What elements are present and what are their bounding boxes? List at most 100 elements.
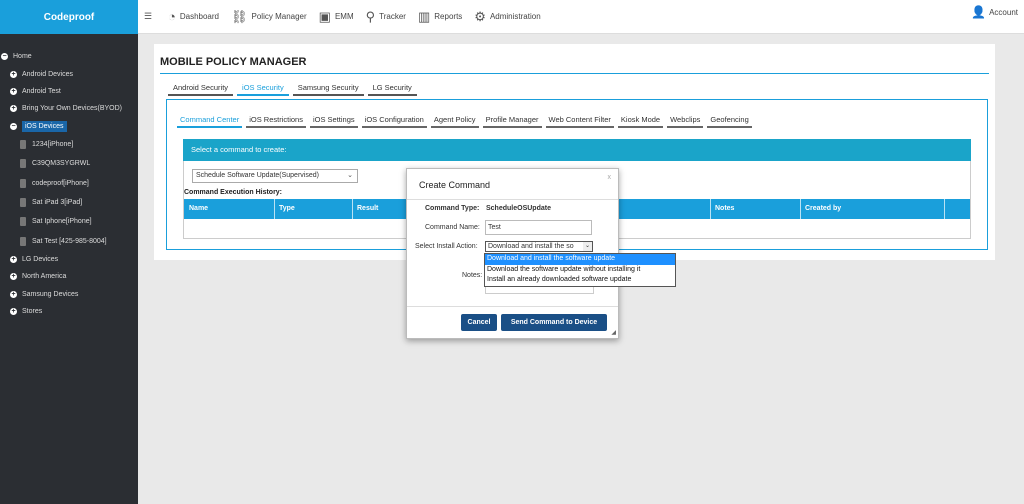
command-select[interactable]: Schedule Software Update(Supervised) ⌄ — [192, 169, 358, 183]
tree-device[interactable]: codeproof[iPhone] — [0, 174, 138, 193]
gear-icon: ⚙ — [474, 8, 486, 24]
column-header[interactable]: Result — [357, 205, 378, 212]
column-header[interactable]: Type — [279, 205, 295, 212]
device-tree: − Home + Android Devices + Android Test + Br… — [0, 34, 138, 320]
tree-item-ios-devices[interactable]: − iOS Devices — [0, 118, 138, 135]
command-name-label: Command Name: — [425, 224, 480, 231]
tab-kiosk-mode[interactable]: Kiosk Mode — [617, 114, 664, 128]
expand-icon[interactable]: + — [10, 290, 17, 298]
emm-icon: ▣ — [318, 8, 331, 24]
tree-item-lg-devices[interactable]: + LG Devices — [0, 251, 138, 268]
resize-handle-icon[interactable]: ◢ — [611, 329, 616, 336]
option-download-only[interactable]: Download the software update without ins… — [485, 265, 675, 276]
tree-item-stores[interactable]: + Stores — [0, 303, 138, 320]
tab-ios-configuration[interactable]: iOS Configuration — [361, 114, 427, 128]
command-name-input[interactable] — [485, 220, 592, 235]
tab-ios-security[interactable]: iOS Security — [237, 82, 289, 96]
phone-icon — [20, 140, 26, 150]
tree-item-byod[interactable]: + Bring Your Own Devices(BYOD) — [0, 100, 138, 117]
tree-device[interactable]: Sat iPad 3[iPad] — [0, 193, 138, 212]
install-action-label: Select Install Action: — [415, 243, 478, 250]
column-divider — [944, 199, 945, 219]
phone-icon — [20, 178, 26, 188]
tree-item-home[interactable]: − Home — [0, 48, 138, 65]
dialog-title: Create Command — [419, 180, 491, 190]
tree-item-north-america[interactable]: + North America — [0, 268, 138, 285]
option-install-downloaded[interactable]: Install an already downloaded software u… — [485, 275, 675, 286]
install-action-select[interactable]: Download and install the so ⌄ — [485, 241, 593, 252]
nav-administration[interactable]: ⚙ Administration — [474, 9, 540, 25]
title-divider — [160, 73, 989, 74]
dialog-divider — [407, 199, 618, 200]
tab-ios-restrictions[interactable]: iOS Restrictions — [246, 114, 306, 128]
tab-command-center[interactable]: Command Center — [177, 114, 243, 128]
column-divider — [710, 199, 711, 219]
expand-icon[interactable]: + — [10, 308, 17, 316]
tab-android-security[interactable]: Android Security — [168, 82, 234, 96]
tab-lg-security[interactable]: LG Security — [367, 82, 417, 96]
tab-webclips[interactable]: Webclips — [667, 114, 704, 128]
top-nav: ◔ Dashboard ⛓ Policy Manager ▣ EMM ⚲ Tracker… — [168, 9, 553, 25]
expand-icon[interactable]: + — [10, 273, 17, 281]
security-tabs: Android Security iOS Security Samsung Se… — [168, 82, 421, 96]
column-header[interactable]: Created by — [805, 205, 841, 212]
phone-icon — [20, 236, 26, 246]
command-type-value: ScheduleOSUpdate — [486, 205, 551, 212]
nav-dashboard[interactable]: ◔ Dashboard — [168, 9, 219, 24]
sidebar: Codeproof − Home + Android Devices + Androi… — [0, 0, 138, 504]
expand-icon[interactable]: + — [10, 105, 17, 113]
menu-toggle-icon[interactable]: ☰ — [144, 11, 154, 22]
collapse-icon[interactable]: − — [1, 53, 8, 61]
command-type-label: Command Type: — [425, 205, 480, 212]
tab-samsung-security[interactable]: Samsung Security — [292, 82, 364, 96]
tree-item-android-devices[interactable]: + Android Devices — [0, 65, 138, 82]
column-divider — [800, 199, 801, 219]
column-header[interactable]: Notes — [715, 205, 734, 212]
tree-item-android-test[interactable]: + Android Test — [0, 83, 138, 100]
nav-emm[interactable]: ▣ EMM — [319, 9, 354, 25]
account-menu[interactable]: 👤 Account — [971, 5, 1018, 19]
expand-icon[interactable]: + — [10, 255, 17, 263]
column-header[interactable]: Name — [189, 205, 208, 212]
tree-device[interactable]: 1234[iPhone] — [0, 135, 138, 154]
brand-logo[interactable]: Codeproof — [0, 0, 138, 34]
column-divider — [274, 199, 275, 219]
policy-icon: ⛓ — [231, 8, 248, 24]
phone-icon — [20, 197, 26, 207]
ios-tabs: Command Center iOS Restrictions iOS Sett… — [177, 114, 756, 128]
tree-device[interactable]: Sat Test [425-985-8004] — [0, 231, 138, 250]
chevron-down-icon: ⌄ — [583, 242, 592, 251]
nav-tracker[interactable]: ⚲ Tracker — [366, 9, 406, 25]
tree-device[interactable]: C39QM3SYGRWL — [0, 154, 138, 173]
map-pin-icon: ⚲ — [365, 8, 376, 24]
install-action-options: Download and install the software update… — [484, 253, 676, 287]
dialog-footer-divider — [407, 306, 618, 307]
close-icon[interactable]: x — [608, 174, 612, 181]
expand-icon[interactable]: + — [10, 87, 17, 95]
tab-ios-settings[interactable]: iOS Settings — [309, 114, 358, 128]
user-icon: 👤 — [971, 5, 987, 19]
nav-reports[interactable]: ▥ Reports — [418, 9, 462, 25]
collapse-icon[interactable]: − — [10, 122, 17, 130]
tree-device[interactable]: Sat Iphone[iPhone] — [0, 212, 138, 231]
command-prompt-bar: Select a command to create: — [183, 139, 971, 161]
column-divider — [352, 199, 353, 219]
tab-agent-policy[interactable]: Agent Policy — [430, 114, 479, 128]
chevron-down-icon: ⌄ — [347, 172, 353, 179]
cancel-button[interactable]: Cancel — [461, 314, 497, 331]
send-command-button[interactable]: Send Command to Device — [501, 314, 607, 331]
dashboard-icon: ◔ — [168, 9, 176, 24]
expand-icon[interactable]: + — [10, 70, 17, 78]
history-label: Command Execution History: — [184, 189, 283, 196]
phone-icon — [20, 217, 26, 227]
tree-item-samsung-devices[interactable]: + Samsung Devices — [0, 286, 138, 303]
nav-policy-manager[interactable]: ⛓ Policy Manager — [231, 9, 307, 25]
tab-geofencing[interactable]: Geofencing — [707, 114, 752, 128]
top-navbar: ☰ ◔ Dashboard ⛓ Policy Manager ▣ EMM ⚲ Track… — [138, 0, 1024, 34]
phone-icon — [20, 159, 26, 169]
notes-label: Notes: — [462, 272, 483, 279]
tab-web-content-filter[interactable]: Web Content Filter — [545, 114, 614, 128]
tab-profile-manager[interactable]: Profile Manager — [482, 114, 542, 128]
option-download-install[interactable]: Download and install the software update — [485, 254, 675, 265]
page-title: MOBILE POLICY MANAGER — [160, 56, 307, 68]
